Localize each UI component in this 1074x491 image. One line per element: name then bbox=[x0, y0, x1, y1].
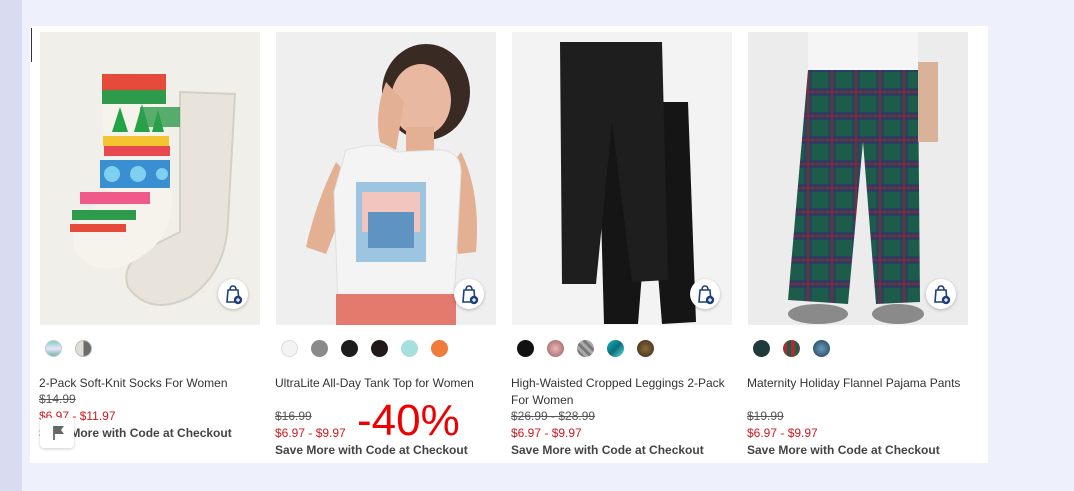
product-card-pajama-pants[interactable] bbox=[748, 32, 968, 325]
original-price: $26.99 - $28.99 bbox=[511, 409, 596, 423]
original-price: $14.99 bbox=[39, 392, 76, 406]
product-image-socks[interactable] bbox=[40, 32, 260, 325]
swatch-dark-brown[interactable] bbox=[371, 340, 388, 357]
promo-text: Save More with Code at Checkout bbox=[275, 443, 468, 457]
shopping-bag-icon bbox=[698, 285, 715, 305]
swatch-orange[interactable] bbox=[431, 340, 448, 357]
product-card-tank-top[interactable] bbox=[276, 32, 496, 325]
swatch-black[interactable] bbox=[341, 340, 358, 357]
sale-price: $6.97 - $9.97 bbox=[511, 426, 582, 440]
swatch-dark-teal[interactable] bbox=[753, 340, 770, 357]
swatch-black[interactable] bbox=[517, 340, 534, 357]
add-to-bag-button[interactable] bbox=[926, 279, 956, 309]
sale-price: $6.97 - $9.97 bbox=[747, 426, 818, 440]
sale-price: $6.97 - $9.97 bbox=[275, 426, 346, 440]
shopping-bag-icon bbox=[934, 285, 951, 305]
swatch-pattern-2[interactable] bbox=[75, 340, 92, 357]
swatch-gray[interactable] bbox=[311, 340, 328, 357]
text-cursor bbox=[31, 28, 32, 62]
product-name[interactable]: Maternity Holiday Flannel Pajama Pants bbox=[747, 375, 962, 392]
promo-text: Save More with Code at Checkout bbox=[747, 443, 940, 457]
swatch-leopard[interactable] bbox=[637, 340, 654, 357]
product-image-tank-top[interactable] bbox=[276, 32, 496, 325]
shopping-bag-icon bbox=[226, 285, 243, 305]
swatch-blue-pattern[interactable] bbox=[813, 340, 830, 357]
swatch-gray-pattern[interactable] bbox=[577, 340, 594, 357]
add-to-bag-button[interactable] bbox=[454, 279, 484, 309]
add-to-bag-button[interactable] bbox=[218, 279, 248, 309]
swatch-red-plaid[interactable] bbox=[783, 340, 800, 357]
swatch-pattern-1[interactable] bbox=[45, 340, 62, 357]
product-name[interactable]: UltraLite All-Day Tank Top for Women bbox=[275, 375, 475, 392]
discount-badge: -40% bbox=[357, 396, 460, 445]
product-card-leggings[interactable] bbox=[512, 32, 732, 325]
promo-text: Save More with Code at Checkout bbox=[511, 443, 704, 457]
original-price: $16.99 bbox=[275, 409, 312, 423]
swatch-white[interactable] bbox=[281, 340, 298, 357]
product-name[interactable]: 2-Pack Soft-Knit Socks For Women bbox=[39, 375, 259, 392]
swatch-teal-pattern[interactable] bbox=[607, 340, 624, 357]
product-image-leggings[interactable] bbox=[512, 32, 732, 325]
left-edge-strip bbox=[0, 0, 22, 491]
shopping-bag-icon bbox=[462, 285, 479, 305]
original-price: $19.99 bbox=[747, 409, 784, 423]
flag-icon bbox=[53, 426, 64, 440]
flag-button[interactable] bbox=[40, 418, 74, 448]
product-name[interactable]: High-Waisted Cropped Leggings 2-Pack For… bbox=[511, 375, 726, 409]
swatch-mint[interactable] bbox=[401, 340, 418, 357]
product-image-pajama-pants[interactable] bbox=[748, 32, 968, 325]
swatch-rose-pattern[interactable] bbox=[547, 340, 564, 357]
add-to-bag-button[interactable] bbox=[690, 279, 720, 309]
product-card-socks[interactable] bbox=[40, 32, 260, 325]
